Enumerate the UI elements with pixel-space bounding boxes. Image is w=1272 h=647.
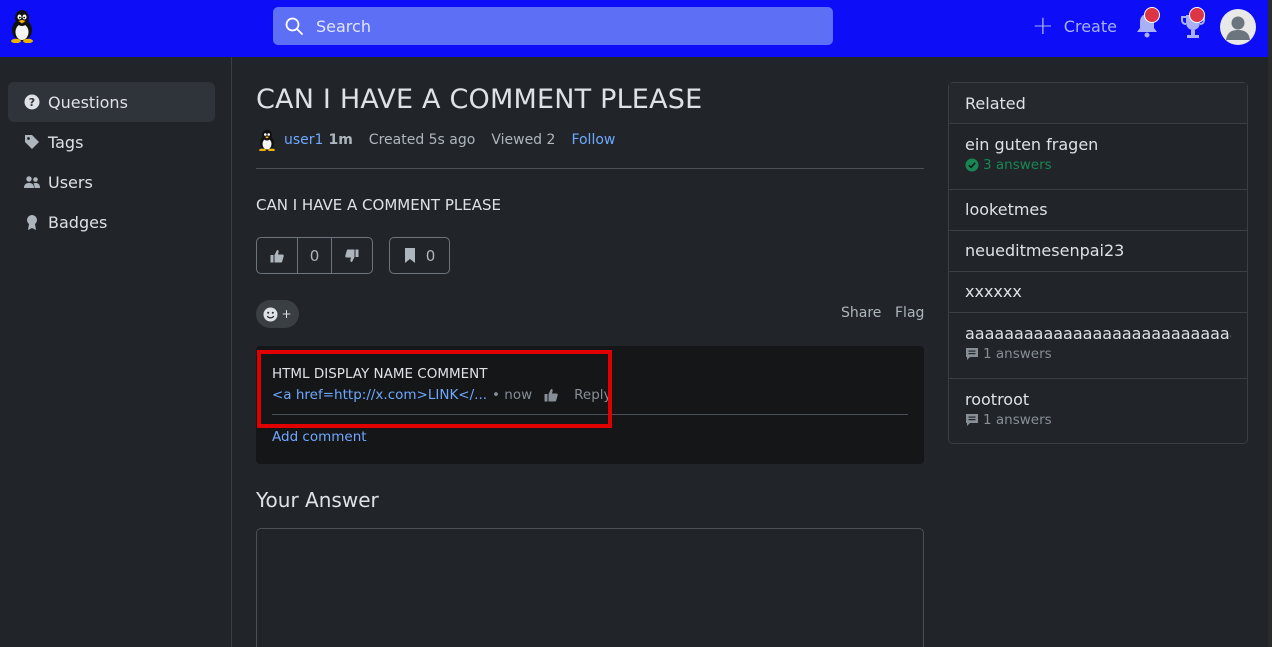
tag-icon (25, 135, 39, 149)
chat-bubble-icon (966, 414, 978, 426)
check-circle-icon (965, 158, 979, 172)
title-divider (256, 168, 924, 169)
question-title: CAN I HAVE A COMMENT PLEASE (256, 84, 703, 115)
search-input[interactable]: Search (273, 7, 833, 45)
create-button[interactable]: + Create (1032, 11, 1117, 41)
downvote-button[interactable] (332, 238, 372, 273)
vote-count: 0 (298, 238, 332, 273)
sidebar-item-label: Tags (48, 132, 84, 152)
bookmark-button[interactable]: 0 (389, 237, 450, 274)
follow-link[interactable]: Follow (571, 132, 615, 148)
related-item[interactable]: xxxxxx (949, 272, 1247, 313)
sidebar-item-badges[interactable]: Badges (8, 202, 215, 242)
your-answer-heading: Your Answer (256, 488, 379, 512)
plus-icon: + (281, 307, 292, 321)
search-placeholder: Search (316, 16, 371, 36)
related-item-answers: 1 answers (965, 346, 1231, 362)
question-body: CAN I HAVE A COMMENT PLEASE (256, 196, 501, 214)
created-time: Created 5s ago (368, 132, 476, 148)
answer-count: 1 answers (983, 346, 1052, 362)
related-item-title[interactable]: ein guten fragen (965, 135, 1231, 154)
window-scrollbar[interactable] (1268, 0, 1272, 647)
vote-group: 0 (256, 237, 373, 274)
related-item[interactable]: rootroot 1 answers (949, 379, 1247, 443)
related-item-title[interactable]: aaaaaaaaaaaaaaaaaaaaaaaaaaaaaa (965, 324, 1231, 343)
related-item-answers: 1 answers (965, 412, 1231, 428)
thumbs-down-icon (345, 249, 359, 262)
sidebar-item-tags[interactable]: Tags (8, 122, 215, 162)
achievement-badge (1189, 7, 1205, 23)
related-item[interactable]: ein guten fragen 3 answers (949, 124, 1247, 190)
add-comment-link[interactable]: Add comment (272, 429, 367, 445)
related-item-title[interactable]: xxxxxx (965, 282, 1231, 301)
related-heading: Related (949, 83, 1247, 124)
answer-editor[interactable] (256, 528, 924, 647)
related-item[interactable]: looketmes (949, 190, 1247, 231)
view-count: Viewed 2 (491, 132, 556, 148)
upvote-button[interactable] (257, 238, 298, 273)
related-item[interactable]: neueditmesenpai23 (949, 231, 1247, 272)
award-icon (27, 215, 37, 230)
sidebar-item-users[interactable]: Users (8, 162, 215, 202)
share-link[interactable]: Share (841, 305, 881, 321)
search-icon (285, 17, 303, 35)
bookmark-icon (404, 248, 415, 263)
svg-text:?: ? (29, 96, 35, 109)
related-item-title[interactable]: looketmes (965, 200, 1231, 219)
related-item-answers: 3 answers (965, 157, 1231, 173)
left-sidebar: ? Questions Tags Users Badges (0, 57, 232, 647)
add-reaction-button[interactable]: + (256, 300, 299, 328)
sidebar-item-label: Users (48, 172, 93, 192)
notification-badge (1144, 7, 1160, 23)
sidebar-item-questions[interactable]: ? Questions (8, 82, 215, 122)
plus-icon: + (1032, 11, 1054, 41)
highlight-box (257, 350, 612, 428)
bookmark-count: 0 (425, 246, 436, 265)
comments-section: HTML DISPLAY NAME COMMENT <a href=http:/… (256, 346, 924, 464)
related-panel: Related ein guten fragen 3 answers looke… (948, 82, 1248, 444)
related-item-title[interactable]: neueditmesenpai23 (965, 241, 1231, 260)
answer-count: 1 answers (983, 412, 1052, 428)
related-item[interactable]: aaaaaaaaaaaaaaaaaaaaaaaaaaaaaa 1 answers (949, 313, 1247, 379)
question-meta: user1 1m Created 5s ago Viewed 2 Follow (256, 129, 615, 151)
author-link[interactable]: user1 (284, 132, 323, 148)
answer-count: 3 answers (983, 157, 1052, 173)
question-circle-icon: ? (24, 94, 40, 110)
author-reputation: 1m (328, 132, 353, 148)
tux-logo-icon[interactable] (7, 9, 37, 43)
related-item-title[interactable]: rootroot (965, 390, 1231, 409)
chat-bubble-icon (966, 348, 978, 360)
create-label: Create (1063, 16, 1117, 36)
sidebar-item-label: Questions (48, 92, 128, 112)
sidebar-item-label: Badges (48, 212, 108, 232)
user-avatar[interactable] (1220, 9, 1256, 45)
author-avatar[interactable] (256, 129, 278, 151)
flag-link[interactable]: Flag (895, 305, 924, 321)
user-silhouette-icon (1226, 16, 1250, 40)
smiley-icon (263, 307, 278, 321)
thumbs-up-icon (270, 249, 284, 262)
users-icon (24, 176, 40, 188)
top-navbar: Search + Create (0, 0, 1268, 57)
